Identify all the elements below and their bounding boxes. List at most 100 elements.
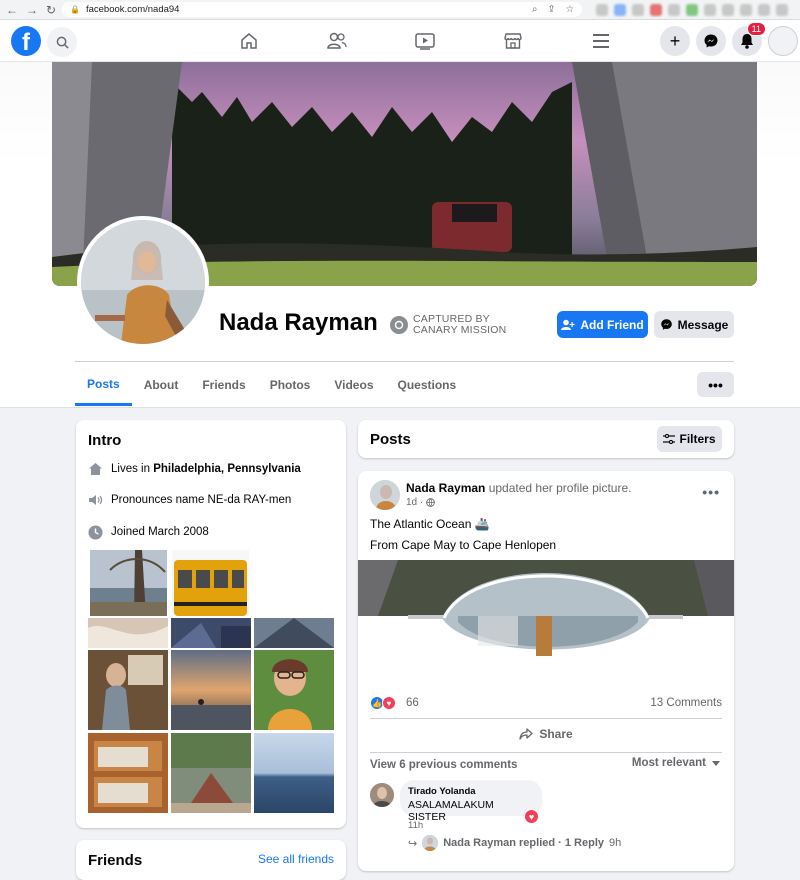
address-bar[interactable]: 🔒 facebook.com/nada94 ⌕ ⇪ ☆	[62, 2, 582, 17]
comment-sort-dropdown[interactable]: Most relevant	[632, 757, 720, 769]
profile-picture[interactable]	[77, 216, 209, 348]
filters-label: Filters	[679, 432, 716, 446]
nav-watch[interactable]	[381, 20, 469, 62]
nav-menu[interactable]	[557, 20, 645, 62]
profile-tabs: Posts About Friends Photos Videos Questi…	[75, 364, 468, 408]
intro-title: Intro	[88, 432, 122, 449]
see-all-friends-link[interactable]: See all friends	[258, 852, 334, 866]
reply-arrow-icon: ↪	[408, 837, 418, 850]
comments-count[interactable]: 13 Comments	[650, 697, 722, 709]
comment-time[interactable]: 11h	[408, 820, 423, 831]
extension-icon[interactable]	[758, 3, 770, 16]
commenter-avatar[interactable]	[370, 783, 394, 807]
replies-link[interactable]: ↪ Nada Rayman replied · 1 Reply 9h	[408, 835, 621, 851]
extension-icon[interactable]	[686, 3, 698, 16]
notifications-button[interactable]: 11	[732, 22, 766, 56]
url-text: facebook.com/nada94	[85, 4, 180, 15]
extension-icon[interactable]	[596, 3, 608, 16]
forward-icon[interactable]: →	[26, 3, 38, 17]
featured-photo[interactable]	[172, 550, 249, 616]
tab-photos[interactable]: Photos	[258, 364, 323, 406]
facebook-header: f + 11	[0, 20, 800, 62]
featured-photo[interactable]	[90, 550, 167, 616]
tab-about[interactable]: About	[132, 364, 191, 406]
extensions-bar	[596, 3, 788, 16]
globe-icon	[426, 498, 436, 507]
add-friend-button[interactable]: Add Friend	[557, 311, 648, 338]
lock-icon: 🔒	[70, 5, 80, 14]
tab-friends[interactable]: Friends	[190, 364, 257, 406]
account-avatar[interactable]	[768, 26, 798, 56]
featured-photo[interactable]	[171, 618, 251, 648]
comment-text: ASALAMALAKUM SISTER	[408, 799, 494, 823]
message-button[interactable]: Message	[654, 311, 734, 338]
friends-title: Friends	[88, 852, 143, 869]
zoom-icon[interactable]: ⌕	[532, 4, 537, 15]
featured-photo[interactable]	[171, 650, 251, 730]
lives-prefix: Lives in	[111, 463, 154, 475]
tab-videos[interactable]: Videos	[322, 364, 385, 406]
tab-questions[interactable]: Questions	[386, 364, 469, 406]
speaker-icon	[87, 492, 103, 508]
bookmark-star-icon[interactable]: ☆	[565, 4, 574, 15]
search-button[interactable]	[47, 27, 77, 57]
post-options-icon[interactable]: •••	[702, 484, 720, 500]
featured-photo[interactable]	[254, 618, 334, 648]
extension-icon[interactable]	[776, 3, 788, 16]
lives-place-link[interactable]: Philadelphia, Pennsylvania	[153, 463, 301, 475]
profile-divider	[75, 361, 734, 362]
create-button[interactable]: +	[660, 26, 690, 56]
captured-badge: CAPTURED BY CANARY MISSION	[390, 314, 506, 336]
pronounces-text: Pronounces name NE-da RAY-men	[111, 494, 292, 506]
reply-avatar	[422, 835, 439, 851]
share-page-icon[interactable]: ⇪	[548, 4, 556, 15]
reply-time: 9h	[609, 837, 622, 849]
extension-icon[interactable]	[668, 3, 680, 16]
filter-icon	[663, 434, 676, 444]
post-author-name[interactable]: Nada Rayman	[406, 481, 485, 495]
extension-icon[interactable]	[614, 3, 626, 16]
view-previous-comments-link[interactable]: View 6 previous comments	[370, 759, 517, 771]
extension-icon[interactable]	[632, 3, 644, 16]
featured-photo[interactable]	[88, 733, 168, 813]
love-reaction-icon: ♥	[382, 696, 396, 710]
extension-icon[interactable]	[722, 3, 734, 16]
watch-icon	[415, 33, 435, 50]
post-divider	[370, 718, 722, 719]
more-options-button[interactable]: •••	[697, 372, 734, 397]
reply-text: Nada Rayman replied · 1 Reply	[443, 837, 604, 849]
post-action: updated her profile picture.	[485, 481, 632, 495]
home-icon	[87, 461, 103, 477]
featured-photo[interactable]	[88, 650, 168, 730]
comment-bubble: Tirado Yolanda ASALAMALAKUM SISTER	[400, 780, 542, 823]
extension-icon[interactable]	[650, 3, 662, 16]
featured-photo[interactable]	[171, 733, 251, 813]
commenter-name[interactable]: Tirado Yolanda	[408, 786, 534, 797]
post-time[interactable]: 1d ·	[406, 497, 423, 508]
nav-home[interactable]	[205, 20, 293, 62]
posts-title: Posts	[370, 431, 411, 448]
main-nav	[205, 20, 645, 62]
extension-icon[interactable]	[740, 3, 752, 16]
filters-button[interactable]: Filters	[657, 426, 722, 452]
menu-icon	[593, 34, 609, 48]
add-friend-label: Add Friend	[580, 317, 644, 332]
facebook-logo[interactable]: f	[11, 26, 41, 56]
post-author-avatar[interactable]	[370, 480, 400, 510]
nav-marketplace[interactable]	[469, 20, 557, 62]
featured-photo[interactable]	[254, 733, 334, 813]
messenger-icon	[704, 34, 718, 48]
extension-icon[interactable]	[704, 3, 716, 16]
heart-reaction-icon[interactable]: ♥	[524, 809, 539, 824]
post-image[interactable]	[358, 560, 734, 664]
nav-friends[interactable]	[293, 20, 381, 62]
reactions-summary[interactable]: 👍 ♥ 66	[370, 696, 419, 710]
tab-posts[interactable]: Posts	[75, 364, 132, 406]
messenger-button[interactable]	[696, 26, 726, 56]
featured-photo[interactable]	[88, 618, 168, 648]
reload-icon[interactable]: ↻	[46, 3, 56, 17]
messenger-icon	[660, 319, 672, 330]
featured-photo[interactable]	[254, 650, 334, 730]
share-button[interactable]: Share	[358, 727, 734, 741]
back-icon[interactable]: ←	[6, 3, 18, 17]
